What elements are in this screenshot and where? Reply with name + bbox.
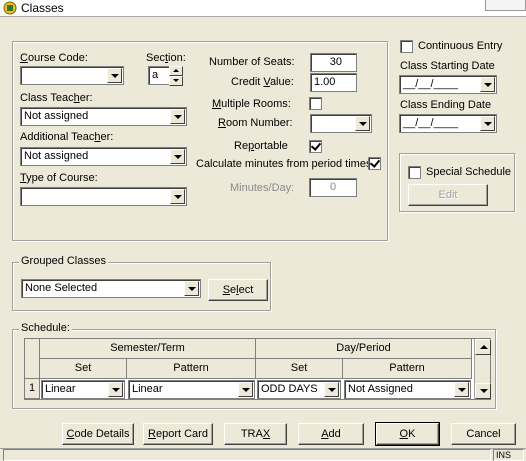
- room-number-label: Room Number:: [218, 117, 293, 129]
- chevron-down-icon[interactable]: [184, 281, 199, 296]
- chevron-down-icon[interactable]: [170, 189, 185, 204]
- day-pattern-cell[interactable]: Not Assigned: [344, 380, 471, 399]
- multiple-rooms-label: Multiple Rooms:: [212, 98, 291, 110]
- section-value: a: [152, 69, 159, 81]
- chevron-down-icon[interactable]: [107, 68, 122, 83]
- edit-button: Edit: [408, 184, 488, 206]
- special-schedule-label: Special Schedule: [426, 166, 512, 178]
- section-label: Section:: [146, 52, 186, 64]
- day-pattern-header: Pattern: [343, 359, 472, 379]
- type-of-course-combo[interactable]: [20, 187, 187, 206]
- row-number: 1: [25, 379, 40, 399]
- number-of-seats-field[interactable]: 30: [310, 53, 357, 72]
- day-set-cell[interactable]: ODD DAYS: [257, 380, 341, 399]
- room-number-combo[interactable]: [310, 114, 372, 133]
- chevron-down-icon[interactable]: [480, 116, 495, 131]
- report-card-button[interactable]: Report Card: [143, 423, 213, 445]
- day-period-header: Day/Period: [256, 339, 472, 359]
- semester-term-header: Semester/Term: [40, 339, 256, 359]
- day-set-value: ODD DAYS: [261, 383, 318, 395]
- reportable-checkbox[interactable]: [309, 140, 322, 153]
- semester-set-cell[interactable]: Linear: [41, 380, 125, 399]
- status-main-pane: [3, 449, 491, 461]
- chevron-down-icon[interactable]: [170, 149, 185, 164]
- trax-button[interactable]: TRAX: [224, 423, 287, 445]
- chevron-down-icon[interactable]: [454, 382, 469, 397]
- day-set-header: Set: [256, 359, 343, 379]
- course-code-combo[interactable]: [20, 66, 124, 85]
- grouped-classes-value: None Selected: [25, 282, 98, 294]
- additional-teacher-combo[interactable]: Not assigned: [20, 147, 187, 166]
- app-icon: [3, 1, 17, 15]
- chevron-down-icon[interactable]: [238, 382, 253, 397]
- additional-teacher-value: Not assigned: [24, 150, 89, 162]
- grid-scrollbar[interactable]: [474, 339, 491, 399]
- type-of-course-label: Type of Course:: [20, 172, 98, 184]
- class-teacher-value: Not assigned: [24, 110, 89, 122]
- credit-value-label: Credit Value:: [231, 76, 294, 88]
- semester-set-value: Linear: [45, 383, 76, 395]
- semester-pattern-cell[interactable]: Linear: [128, 380, 255, 399]
- chevron-down-icon[interactable]: [324, 382, 339, 397]
- multiple-rooms-checkbox[interactable]: [309, 97, 322, 110]
- class-ending-date-picker[interactable]: __/__/____: [399, 114, 497, 133]
- select-button[interactable]: Select: [208, 279, 268, 301]
- grid-corner: [25, 339, 40, 379]
- additional-teacher-label: Additional Teacher:: [20, 131, 114, 143]
- day-pattern-value: Not Assigned: [348, 383, 413, 395]
- class-ending-date-value: __/__/____: [403, 117, 459, 129]
- class-starting-date-picker[interactable]: __/__/____: [399, 75, 497, 94]
- course-code-label: Course Code:: [20, 52, 88, 64]
- minutes-per-day-field: 0: [309, 178, 357, 197]
- class-starting-date-label: Class Starting Date: [400, 60, 495, 72]
- grouped-classes-label: Grouped Classes: [19, 255, 108, 267]
- insert-mode-indicator: INS: [493, 449, 524, 461]
- section-field[interactable]: a: [148, 66, 170, 85]
- chevron-down-icon[interactable]: [170, 109, 185, 124]
- credit-value-field[interactable]: 1.00: [310, 73, 357, 92]
- minutes-per-day-value: 0: [329, 181, 337, 193]
- scroll-down-icon[interactable]: [475, 383, 491, 399]
- schedule-grid[interactable]: Semester/Term Day/Period Set Pattern Set…: [24, 338, 491, 400]
- window-title: Classes: [21, 1, 64, 15]
- schedule-label: Schedule:: [19, 322, 72, 334]
- class-teacher-label: Class Teacher:: [20, 92, 93, 104]
- calc-minutes-checkbox[interactable]: [368, 157, 381, 170]
- semester-pattern-value: Linear: [132, 383, 163, 395]
- add-button[interactable]: Add: [298, 423, 364, 445]
- ok-button[interactable]: OK: [375, 422, 440, 446]
- window-close-button[interactable]: [485, 0, 526, 11]
- chevron-down-icon[interactable]: [355, 116, 370, 131]
- status-bar: INS: [0, 448, 526, 461]
- grouped-classes-combo[interactable]: None Selected: [21, 279, 201, 298]
- class-starting-date-value: __/__/____: [403, 78, 459, 90]
- continuous-entry-checkbox[interactable]: [400, 40, 413, 53]
- title-bar: Classes: [0, 0, 526, 17]
- credit-value-value: 1.00: [314, 76, 336, 88]
- chevron-down-icon[interactable]: [480, 77, 495, 92]
- class-teacher-combo[interactable]: Not assigned: [20, 107, 187, 126]
- scroll-up-icon[interactable]: [475, 339, 491, 355]
- semester-set-header: Set: [40, 359, 127, 379]
- reportable-label: Reportable: [234, 140, 288, 152]
- continuous-entry-label: Continuous Entry: [418, 40, 503, 52]
- cancel-button[interactable]: Cancel: [451, 423, 516, 445]
- number-of-seats-label: Number of Seats:: [209, 56, 295, 68]
- section-spinner[interactable]: [169, 66, 183, 86]
- semester-pattern-header: Pattern: [127, 359, 256, 379]
- spin-up-icon[interactable]: [169, 66, 183, 76]
- special-schedule-checkbox[interactable]: [408, 166, 421, 179]
- chevron-down-icon[interactable]: [108, 382, 123, 397]
- minutes-per-day-label: Minutes/Day:: [230, 182, 295, 194]
- calc-minutes-label: Calculate minutes from period times: [196, 158, 372, 170]
- code-details-button[interactable]: Code Details: [62, 423, 134, 445]
- class-ending-date-label: Class Ending Date: [400, 99, 492, 111]
- number-of-seats-value: 30: [329, 56, 342, 68]
- spin-down-icon[interactable]: [169, 76, 183, 86]
